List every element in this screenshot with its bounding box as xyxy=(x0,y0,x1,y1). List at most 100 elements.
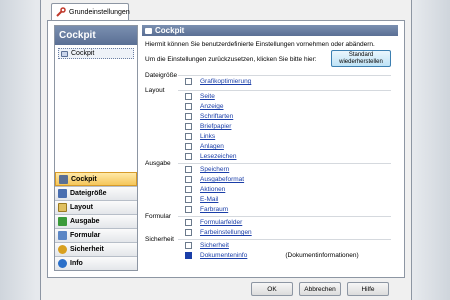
content-frame: Cockpit Cockpit Cockpit Dateigröße Layou… xyxy=(47,20,405,278)
sidebar-item-formular[interactable]: Formular xyxy=(55,228,137,242)
sidebar-item-label: Formular xyxy=(70,232,101,239)
sidebar-item-label: Sicherheit xyxy=(70,246,104,253)
option-briefpapier[interactable]: Briefpapier xyxy=(185,122,231,131)
option-link[interactable]: Aktionen xyxy=(200,186,225,193)
checkbox[interactable] xyxy=(185,123,192,130)
option-link[interactable]: Dokumenteninfo xyxy=(200,252,247,259)
cockpit-icon xyxy=(145,27,152,34)
sidebar-item-layout[interactable]: Layout xyxy=(55,200,137,214)
tree-item-label: Cockpit xyxy=(71,50,95,57)
tab-bar: Grundeinstellungen xyxy=(41,0,411,20)
checkbox[interactable] xyxy=(185,176,192,183)
checkbox[interactable] xyxy=(185,103,192,110)
checkbox[interactable] xyxy=(185,166,192,173)
checkbox[interactable] xyxy=(185,78,192,85)
sidebar-item-label: Info xyxy=(70,260,83,267)
group-divider xyxy=(178,239,391,240)
layout-icon xyxy=(58,203,67,212)
option-note: (Dokumentinformationen) xyxy=(285,252,359,259)
sidebar-tree: Cockpit xyxy=(55,45,137,175)
option-ausgabeformat[interactable]: Ausgabeformat xyxy=(185,175,244,184)
ok-button[interactable]: OK xyxy=(251,282,293,296)
panel-header: Cockpit xyxy=(142,25,398,36)
cockpit-icon xyxy=(59,174,68,184)
form-icon xyxy=(58,231,67,240)
cancel-button[interactable]: Abbrechen xyxy=(299,282,341,296)
option-link[interactable]: Speichern xyxy=(200,166,229,173)
checkbox[interactable] xyxy=(185,196,192,203)
option-link[interactable]: Farbeinstellungen xyxy=(200,229,252,236)
sidebar-item-label: Ausgabe xyxy=(70,218,100,225)
group-divider xyxy=(178,75,391,76)
checkbox[interactable] xyxy=(185,133,192,140)
help-button[interactable]: Hilfe xyxy=(347,282,389,296)
group-divider xyxy=(178,90,391,91)
checkbox[interactable] xyxy=(185,153,192,160)
option-email[interactable]: E-Mail xyxy=(185,195,218,204)
wrench-icon xyxy=(56,7,66,17)
sidebar-item-ausgabe[interactable]: Ausgabe xyxy=(55,214,137,228)
group-label: Layout xyxy=(145,87,165,94)
option-link[interactable]: Formularfelder xyxy=(200,219,242,226)
sidebar-item-info[interactable]: Info xyxy=(55,256,137,270)
option-schriftarten[interactable]: Schriftarten xyxy=(185,112,233,121)
option-link[interactable]: Grafikoptimierung xyxy=(200,78,251,85)
checkbox[interactable] xyxy=(185,219,192,226)
tree-item-cockpit[interactable]: Cockpit xyxy=(58,48,134,59)
tab-label: Grundeinstellungen xyxy=(69,8,130,16)
main-panel: Cockpit Hiermit können Sie benutzerdefin… xyxy=(142,25,398,271)
group-label: Dateigröße xyxy=(145,72,178,79)
checkbox[interactable] xyxy=(185,206,192,213)
sidebar-item-sicherheit[interactable]: Sicherheit xyxy=(55,242,137,256)
checkbox[interactable] xyxy=(185,229,192,236)
option-dokumenteninfo[interactable]: Dokumenteninfo (Dokumentinformationen) xyxy=(185,251,359,260)
option-anzeige[interactable]: Anzeige xyxy=(185,102,224,111)
checkbox-checked[interactable] xyxy=(185,252,192,259)
option-farbeinstellungen[interactable]: Farbeinstellungen xyxy=(185,228,252,237)
sidebar-item-cockpit[interactable]: Cockpit xyxy=(55,172,137,186)
checkbox[interactable] xyxy=(185,143,192,150)
sidebar-buttons: Cockpit Dateigröße Layout Ausgabe Formul… xyxy=(55,172,137,270)
option-link[interactable]: Anlagen xyxy=(200,143,224,150)
checkbox[interactable] xyxy=(185,113,192,120)
option-formularfelder[interactable]: Formularfelder xyxy=(185,218,242,227)
option-link[interactable]: Seite xyxy=(200,93,215,100)
checkbox[interactable] xyxy=(185,93,192,100)
sidebar-item-label: Cockpit xyxy=(71,175,97,183)
checkbox[interactable] xyxy=(185,242,192,249)
option-speichern[interactable]: Speichern xyxy=(185,165,229,174)
option-sicherheit[interactable]: Sicherheit xyxy=(185,241,229,250)
group-label: Formular xyxy=(145,213,172,220)
option-link[interactable]: Sicherheit xyxy=(200,242,229,249)
restore-defaults-label-1: Standard xyxy=(348,52,374,58)
option-grafikoptimierung[interactable]: Grafikoptimierung xyxy=(185,77,251,86)
restore-defaults-button[interactable]: Standard wiederherstellen xyxy=(331,50,391,67)
group-divider xyxy=(178,163,391,164)
option-lesezeichen[interactable]: Lesezeichen xyxy=(185,152,237,161)
option-anlagen[interactable]: Anlagen xyxy=(185,142,224,151)
option-aktionen[interactable]: Aktionen xyxy=(185,185,225,194)
panel-title: Cockpit xyxy=(155,26,185,35)
restore-defaults-label-2: wiederherstellen xyxy=(339,59,383,65)
option-seite[interactable]: Seite xyxy=(185,92,215,101)
option-link[interactable]: Links xyxy=(200,133,215,140)
option-link[interactable]: E-Mail xyxy=(200,196,218,203)
group-label: Sicherheit xyxy=(145,236,174,243)
option-link[interactable]: Briefpapier xyxy=(200,123,231,130)
tab-grundeinstellungen[interactable]: Grundeinstellungen xyxy=(51,3,130,20)
cockpit-icon xyxy=(61,50,68,57)
option-farbraum[interactable]: Farbraum xyxy=(185,205,228,214)
option-links[interactable]: Links xyxy=(185,132,215,141)
option-link[interactable]: Schriftarten xyxy=(200,113,233,120)
option-link[interactable]: Anzeige xyxy=(200,103,224,110)
option-link[interactable]: Farbraum xyxy=(200,206,228,213)
sidebar-title: Cockpit xyxy=(55,26,137,45)
group-label: Ausgabe xyxy=(145,160,171,167)
option-link[interactable]: Ausgabeformat xyxy=(200,176,244,183)
group-divider xyxy=(178,216,391,217)
option-link[interactable]: Lesezeichen xyxy=(200,153,237,160)
sidebar-item-dateigroesse[interactable]: Dateigröße xyxy=(55,186,137,200)
checkbox[interactable] xyxy=(185,186,192,193)
sidebar: Cockpit Cockpit Cockpit Dateigröße Layou… xyxy=(54,25,138,271)
sidebar-item-label: Dateigröße xyxy=(70,190,107,197)
